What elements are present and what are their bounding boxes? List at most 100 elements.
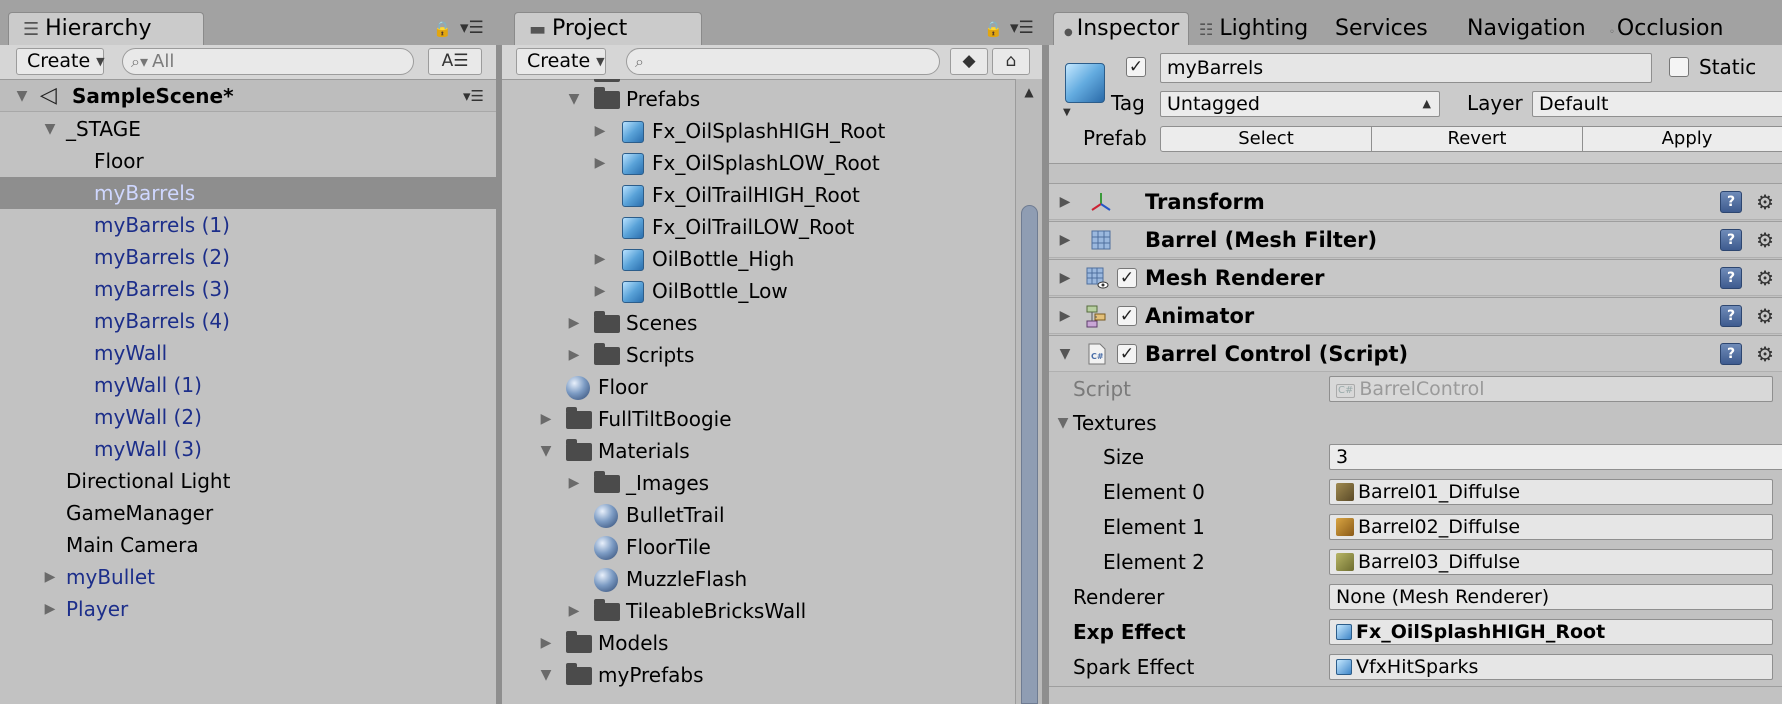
hierarchy-row-selected[interactable]: myBarrels — [0, 177, 496, 209]
size-input[interactable]: 3 — [1329, 444, 1782, 470]
prefab-select-button[interactable]: Select — [1160, 126, 1372, 152]
search-by-type-button[interactable]: ◆ — [950, 48, 988, 75]
scene-menu-icon[interactable]: ▾☰ — [463, 80, 484, 112]
fold-open-icon[interactable]: ▼ — [566, 83, 582, 115]
hierarchy-filter-button[interactable]: A☰ — [428, 48, 482, 75]
project-row[interactable]: Fx_OilTrailHIGH_Root — [502, 179, 1015, 211]
fold-closed-icon[interactable]: ▶ — [538, 403, 554, 435]
texture-object-field[interactable]: Barrel02_Diffulse — [1329, 514, 1773, 540]
fold-open-icon[interactable]: ▼ — [1055, 407, 1071, 439]
tab-navigation[interactable]: Navigation — [1467, 12, 1586, 46]
icon-dropdown-caret-icon[interactable]: ▼ — [1063, 107, 1071, 118]
prefab-apply-button[interactable]: Apply — [1582, 126, 1782, 152]
fold-closed-icon[interactable]: ▶ — [42, 593, 58, 625]
fold-closed-icon[interactable]: ▶ — [592, 115, 608, 147]
tab-services[interactable]: Services — [1335, 12, 1428, 46]
fold-closed-icon[interactable]: ▶ — [538, 627, 554, 659]
help-book-icon[interactable]: ? — [1720, 229, 1742, 251]
property-textures[interactable]: ▼ Textures — [1049, 407, 1782, 439]
project-row[interactable]: Floor — [502, 371, 1015, 403]
fold-open-icon[interactable]: ▼ — [538, 659, 554, 691]
fold-closed-icon[interactable]: ▶ — [592, 147, 608, 179]
tag-dropdown[interactable]: Untagged ▲ — [1160, 91, 1440, 117]
hierarchy-row[interactable]: myBarrels (3) — [0, 273, 496, 305]
project-search-input[interactable]: ⌕ — [626, 48, 940, 75]
hierarchy-row[interactable]: myWall (3) — [0, 433, 496, 465]
hierarchy-row[interactable]: GameManager — [0, 497, 496, 529]
lock-icon[interactable]: 🔒 — [433, 20, 452, 38]
active-checkbox[interactable]: ✓ — [1126, 57, 1146, 77]
hierarchy-row[interactable]: myBarrels (4) — [0, 305, 496, 337]
project-row[interactable]: ▶ FullTiltBoogie — [502, 403, 1015, 435]
scene-row[interactable]: ▼ ◁ SampleScene* ▾☰ — [0, 80, 496, 112]
tab-inspector[interactable]: ● Inspector — [1053, 12, 1189, 45]
hierarchy-search-input[interactable]: ⌕▾ All — [122, 48, 414, 75]
component-barrel-control[interactable]: ▼ C# ✓ Barrel Control (Script) ? ⚙ — [1049, 335, 1782, 372]
help-book-icon[interactable]: ? — [1720, 343, 1742, 365]
project-row[interactable]: ▶ Models — [502, 627, 1015, 659]
hierarchy-row[interactable]: myWall — [0, 337, 496, 369]
project-row[interactable]: ▼ myPrefabs — [502, 659, 1015, 691]
project-create-button[interactable]: Create ▼ — [516, 48, 606, 75]
hierarchy-row[interactable]: myWall (1) — [0, 369, 496, 401]
settings-sliders-icon[interactable]: ⚙ — [1756, 298, 1774, 335]
fold-closed-icon[interactable]: ▶ — [1057, 184, 1073, 221]
project-row[interactable]: ▼ Materials — [502, 435, 1015, 467]
fold-open-icon[interactable]: ▼ — [14, 80, 30, 112]
project-row[interactable]: ▶ OilBottle_Low — [502, 275, 1015, 307]
help-book-icon[interactable]: ? — [1720, 191, 1742, 213]
project-row[interactable]: ▶ TileableBricksWall — [502, 595, 1015, 627]
tab-project[interactable]: ▬ Project — [514, 12, 702, 45]
project-row[interactable]: ▼ Prefabs — [502, 83, 1015, 115]
component-enabled-checkbox[interactable]: ✓ — [1117, 344, 1137, 364]
prefab-revert-button[interactable]: Revert — [1371, 126, 1583, 152]
layer-dropdown[interactable]: Default — [1532, 91, 1782, 117]
gameobject-icon[interactable] — [1065, 63, 1105, 103]
hierarchy-row[interactable]: Floor — [0, 145, 496, 177]
project-row[interactable]: ▶ Scripts — [502, 339, 1015, 371]
component-enabled-checkbox[interactable]: ✓ — [1117, 268, 1137, 288]
project-row[interactable]: ▶ Fx_OilSplashHIGH_Root — [502, 115, 1015, 147]
project-row[interactable]: FloorTile — [502, 531, 1015, 563]
fold-open-icon[interactable]: ▼ — [538, 435, 554, 467]
hierarchy-row[interactable]: myBarrels (1) — [0, 209, 496, 241]
fold-open-icon[interactable]: ▼ — [42, 113, 58, 145]
component-animator[interactable]: ▶ ✓ Animator ? ⚙ — [1049, 297, 1782, 334]
project-scrollbar[interactable]: ▲ — [1015, 79, 1042, 704]
fold-closed-icon[interactable]: ▶ — [592, 243, 608, 275]
hierarchy-row[interactable]: ▶ Player — [0, 593, 496, 625]
component-transform[interactable]: ▶ Transform ? ⚙ — [1049, 183, 1782, 220]
fold-closed-icon[interactable]: ▶ — [1057, 298, 1073, 335]
spark-effect-object-field[interactable]: VfxHitSparks — [1329, 654, 1773, 680]
panel-menu-icon[interactable]: ▾☰ — [1010, 18, 1034, 38]
project-row[interactable]: BulletTrail — [502, 499, 1015, 531]
hierarchy-row[interactable]: ▶ myBullet — [0, 561, 496, 593]
project-row[interactable]: Fx_OilTrailLOW_Root — [502, 211, 1015, 243]
fold-closed-icon[interactable]: ▶ — [566, 595, 582, 627]
project-row[interactable]: ▶ _Images — [502, 467, 1015, 499]
hierarchy-row[interactable]: Directional Light — [0, 465, 496, 497]
fold-closed-icon[interactable]: ▶ — [42, 561, 58, 593]
fold-closed-icon[interactable]: ▶ — [566, 307, 582, 339]
settings-sliders-icon[interactable]: ⚙ — [1756, 184, 1774, 221]
hierarchy-row[interactable]: myBarrels (2) — [0, 241, 496, 273]
hierarchy-row[interactable]: myWall (2) — [0, 401, 496, 433]
component-enabled-checkbox[interactable]: ✓ — [1117, 306, 1137, 326]
static-checkbox[interactable] — [1669, 57, 1689, 77]
search-by-label-button[interactable]: ⌂ — [992, 48, 1030, 75]
settings-sliders-icon[interactable]: ⚙ — [1756, 222, 1774, 259]
scroll-up-icon[interactable]: ▲ — [1016, 85, 1042, 99]
component-mesh-filter[interactable]: ▶ Barrel (Mesh Filter) ? ⚙ — [1049, 221, 1782, 258]
tab-lighting[interactable]: ☷ Lighting — [1199, 12, 1308, 47]
fold-open-icon[interactable]: ▼ — [1057, 336, 1073, 373]
project-row[interactable]: ▶ OilBottle_High — [502, 243, 1015, 275]
hierarchy-row[interactable]: Main Camera — [0, 529, 496, 561]
scrollbar-thumb[interactable] — [1021, 205, 1038, 704]
project-row[interactable]: ▶ Fx_OilSplashLOW_Root — [502, 147, 1015, 179]
exp-effect-object-field[interactable]: Fx_OilSplashHIGH_Root — [1329, 619, 1773, 645]
fold-closed-icon[interactable]: ▶ — [1057, 222, 1073, 259]
project-row[interactable]: MuzzleFlash — [502, 563, 1015, 595]
settings-sliders-icon[interactable]: ⚙ — [1756, 336, 1774, 373]
component-mesh-renderer[interactable]: ▶ ✓ Mesh Renderer ? ⚙ — [1049, 259, 1782, 296]
project-row[interactable]: ▶ Scenes — [502, 307, 1015, 339]
